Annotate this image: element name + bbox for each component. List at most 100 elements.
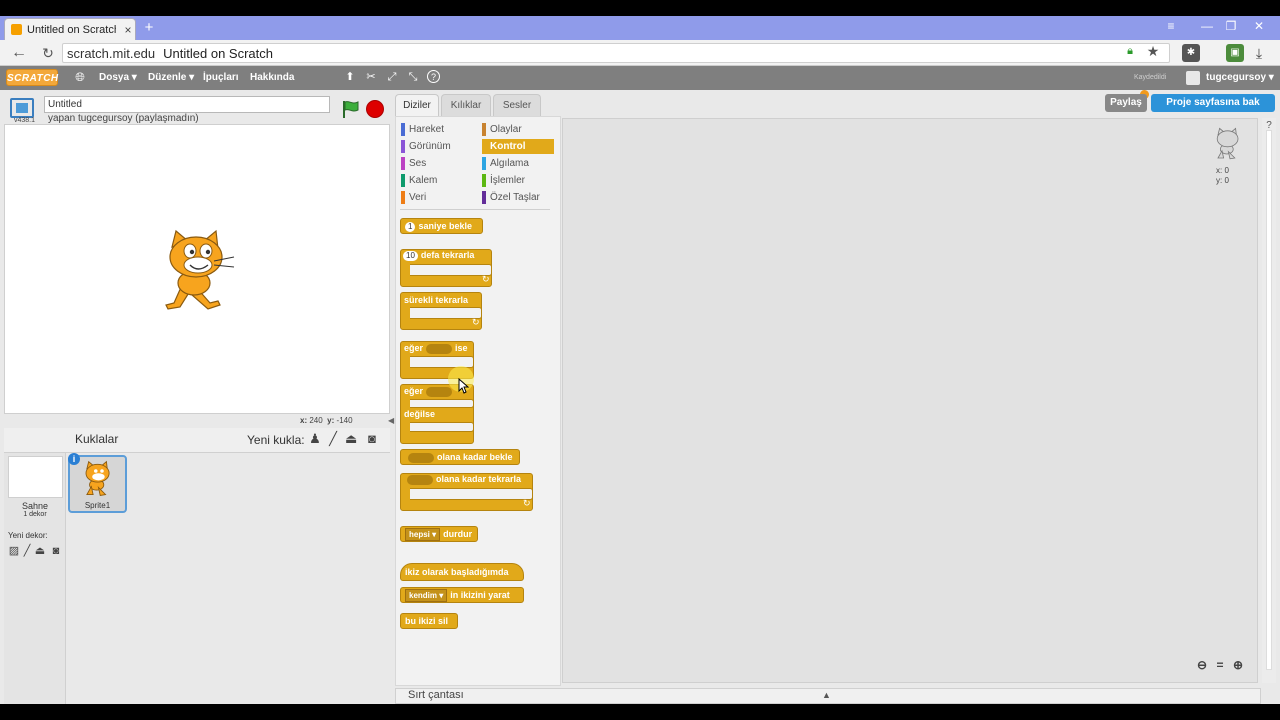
see-project-page-button[interactable]: Proje sayfasına bak — [1151, 94, 1275, 112]
upload-sprite-icon[interactable]: ⏏ — [345, 432, 357, 445]
duplicate-stamp-icon[interactable]: ⬆ — [343, 70, 357, 84]
back-arrow-icon[interactable]: ← — [8, 43, 30, 63]
boolean-slot[interactable] — [407, 474, 433, 485]
boolean-slot[interactable] — [426, 386, 453, 397]
category-more-blocks[interactable]: Özel Taşlar — [482, 190, 554, 205]
backpack-label: Sırt çantası — [408, 689, 464, 701]
zoom-reset-icon[interactable]: = — [1213, 658, 1227, 672]
lock-icon[interactable]: 🔒︎ — [1124, 45, 1136, 59]
backdrop-library-icon[interactable]: ▨ — [8, 545, 20, 557]
stage-label: Sahne — [21, 501, 49, 511]
block-label: in ikizini yarat — [450, 590, 510, 600]
category-swatch — [401, 157, 405, 170]
boolean-slot[interactable] — [408, 452, 434, 463]
green-flag-icon[interactable] — [340, 99, 362, 119]
block-label: eğer — [404, 343, 424, 353]
paint-new-sprite-icon[interactable]: ╱ — [327, 432, 339, 445]
block-delete-clone[interactable]: bu ikizi sil — [400, 613, 458, 629]
menu-icon[interactable]: ≡ — [1160, 18, 1182, 34]
bookmark-star-icon[interactable]: ★ — [1144, 43, 1162, 61]
category-control[interactable]: Kontrol — [482, 139, 554, 154]
category-sensing[interactable]: Algılama — [482, 156, 554, 171]
boolean-slot[interactable] — [426, 343, 453, 354]
category-label: Kontrol — [490, 141, 526, 152]
user-avatar-icon[interactable] — [1186, 71, 1200, 85]
category-label: Olaylar — [490, 124, 522, 135]
sprite-library-icon[interactable]: ♟ — [309, 432, 321, 445]
grow-icon[interactable]: ⤢ — [385, 70, 399, 84]
url-bar[interactable]: scratch.mit.edu Untitled on Scratch — [62, 43, 1170, 63]
category-label: Ses — [409, 158, 427, 169]
browser-tab-strip — [0, 16, 1280, 40]
camera-sprite-icon[interactable]: ◙ — [366, 432, 378, 445]
block-wait[interactable]: 1 saniye bekle — [400, 218, 483, 234]
share-button[interactable]: Paylaş — [1105, 94, 1147, 112]
block-wait-until[interactable]: olana kadar bekle — [400, 449, 520, 465]
upload-icon[interactable]: ⏏ — [34, 545, 46, 557]
menu-edit[interactable]: Düzenle ▾ — [148, 66, 194, 90]
scratch-cat-sprite[interactable] — [152, 225, 242, 315]
category-operators[interactable]: İşlemler — [482, 173, 554, 188]
script-area[interactable] — [562, 118, 1258, 683]
close-window-button[interactable]: ✕ — [1248, 18, 1270, 34]
url-domain: scratch.mit.edu — [67, 45, 156, 61]
fullscreen-icon[interactable] — [10, 98, 34, 118]
block-stop[interactable]: hepsi ▾ durdur — [400, 526, 478, 542]
username-menu[interactable]: tugcegursoy ▾ — [1206, 66, 1274, 90]
zoom-out-icon[interactable]: ⊖ — [1195, 658, 1209, 672]
block-label: olana kadar tekrarla — [436, 474, 522, 484]
stop-sign-icon[interactable] — [366, 100, 384, 118]
block-label: sürekli tekrarla — [404, 295, 469, 305]
block-input[interactable]: 10 — [403, 251, 418, 261]
language-globe-icon[interactable]: 🌐︎ — [73, 70, 87, 84]
category-swatch — [482, 174, 486, 187]
help-tab-icon[interactable]: ? — [1262, 118, 1276, 134]
new-tab-button[interactable]: + — [142, 20, 156, 36]
menu-file[interactable]: Dosya ▾ — [99, 66, 137, 90]
extension-icon[interactable]: ✱ — [1182, 44, 1200, 62]
url-page-title: Untitled on Scratch — [163, 45, 273, 61]
reload-icon[interactable]: ↻ — [38, 43, 58, 63]
block-when-clone-start[interactable]: ikiz olarak başladığımda — [400, 563, 524, 581]
zoom-in-icon[interactable]: ⊕ — [1231, 658, 1245, 672]
category-motion[interactable]: Hareket — [401, 122, 479, 137]
mouse-pointer-icon — [458, 378, 470, 394]
shrink-icon[interactable]: ⤡ — [406, 70, 420, 84]
delete-scissors-icon[interactable]: ✂ — [364, 70, 378, 84]
paint-brush-icon[interactable]: ╱ — [21, 545, 33, 557]
category-events[interactable]: Olaylar — [482, 122, 554, 137]
minimize-button[interactable]: — — [1196, 18, 1218, 34]
stage-thumbnail[interactable] — [8, 456, 63, 498]
project-byline: yapan tugcegursoy (paylaşmadın) — [48, 113, 199, 124]
tab-scripts[interactable]: Diziler — [395, 94, 439, 117]
clone-target-dropdown[interactable]: kendim ▾ — [405, 589, 448, 602]
category-looks[interactable]: Görünüm — [401, 139, 479, 154]
category-label: Özel Taşlar — [490, 192, 540, 203]
stage-thumbnail-header — [4, 428, 66, 453]
coord-y-value: -140 — [336, 416, 353, 425]
download-icon[interactable]: ⤓ — [1250, 44, 1268, 62]
tab-costumes[interactable]: Kılıklar — [441, 94, 491, 116]
sprite1-cat-icon — [85, 460, 110, 496]
new-sprite-label: Yeni kukla: — [247, 433, 305, 447]
close-tab-icon[interactable]: × — [121, 23, 135, 37]
scratch-logo[interactable]: SCRATCH — [6, 69, 58, 86]
menu-tips[interactable]: İpuçları — [203, 66, 239, 90]
maximize-button[interactable]: ❐ — [1220, 18, 1242, 34]
category-data[interactable]: Veri — [401, 190, 479, 205]
expand-arrow-icon[interactable]: ▲ — [822, 690, 831, 700]
block-input[interactable]: 1 — [405, 222, 416, 232]
browser-tab[interactable]: Untitled on Scratch × — [4, 18, 136, 40]
scrollbar-thumb[interactable] — [1266, 130, 1272, 670]
block-create-clone[interactable]: kendim ▾ in ikizini yarat — [400, 587, 524, 603]
image-extension-icon[interactable]: ▣ — [1226, 44, 1244, 62]
help-icon[interactable]: ? — [427, 70, 440, 83]
sprite-info-icon[interactable]: i — [68, 453, 80, 465]
category-pen[interactable]: Kalem — [401, 173, 479, 188]
menu-about[interactable]: Hakkında — [250, 66, 294, 90]
category-sound[interactable]: Ses — [401, 156, 479, 171]
tab-sounds[interactable]: Sesler — [493, 94, 541, 116]
camera-icon[interactable]: ◙ — [50, 545, 62, 557]
stop-dropdown[interactable]: hepsi ▾ — [405, 528, 441, 541]
project-title-input[interactable]: Untitled — [44, 96, 330, 113]
